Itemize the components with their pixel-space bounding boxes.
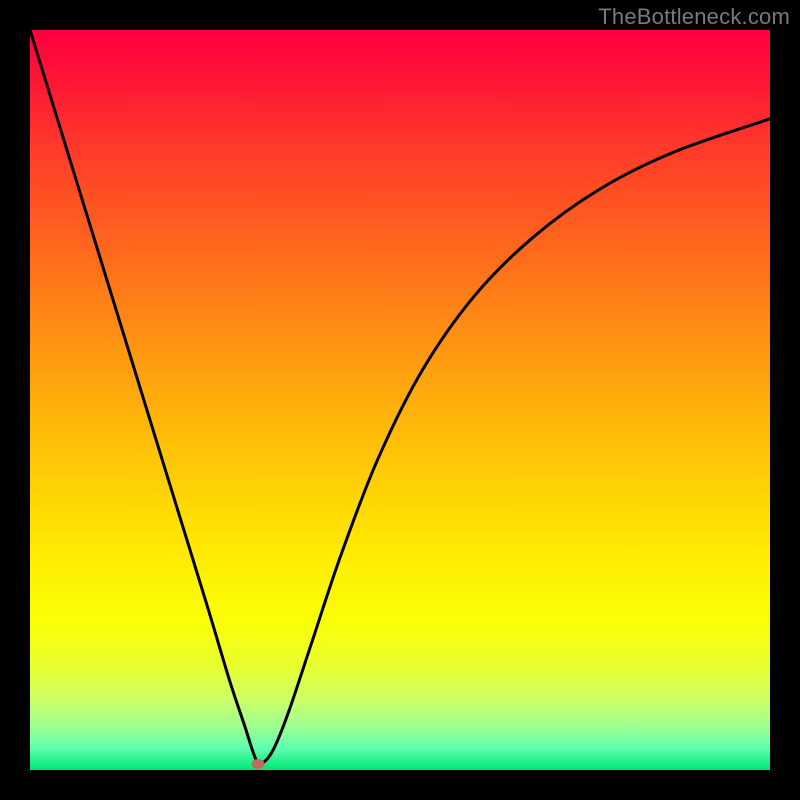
watermark-text: TheBottleneck.com xyxy=(598,4,790,30)
curve-svg xyxy=(30,30,770,770)
curve-line xyxy=(30,30,770,764)
chart-container: TheBottleneck.com xyxy=(0,0,800,800)
plot-area xyxy=(30,30,770,770)
curve-minimum-marker xyxy=(251,759,264,769)
